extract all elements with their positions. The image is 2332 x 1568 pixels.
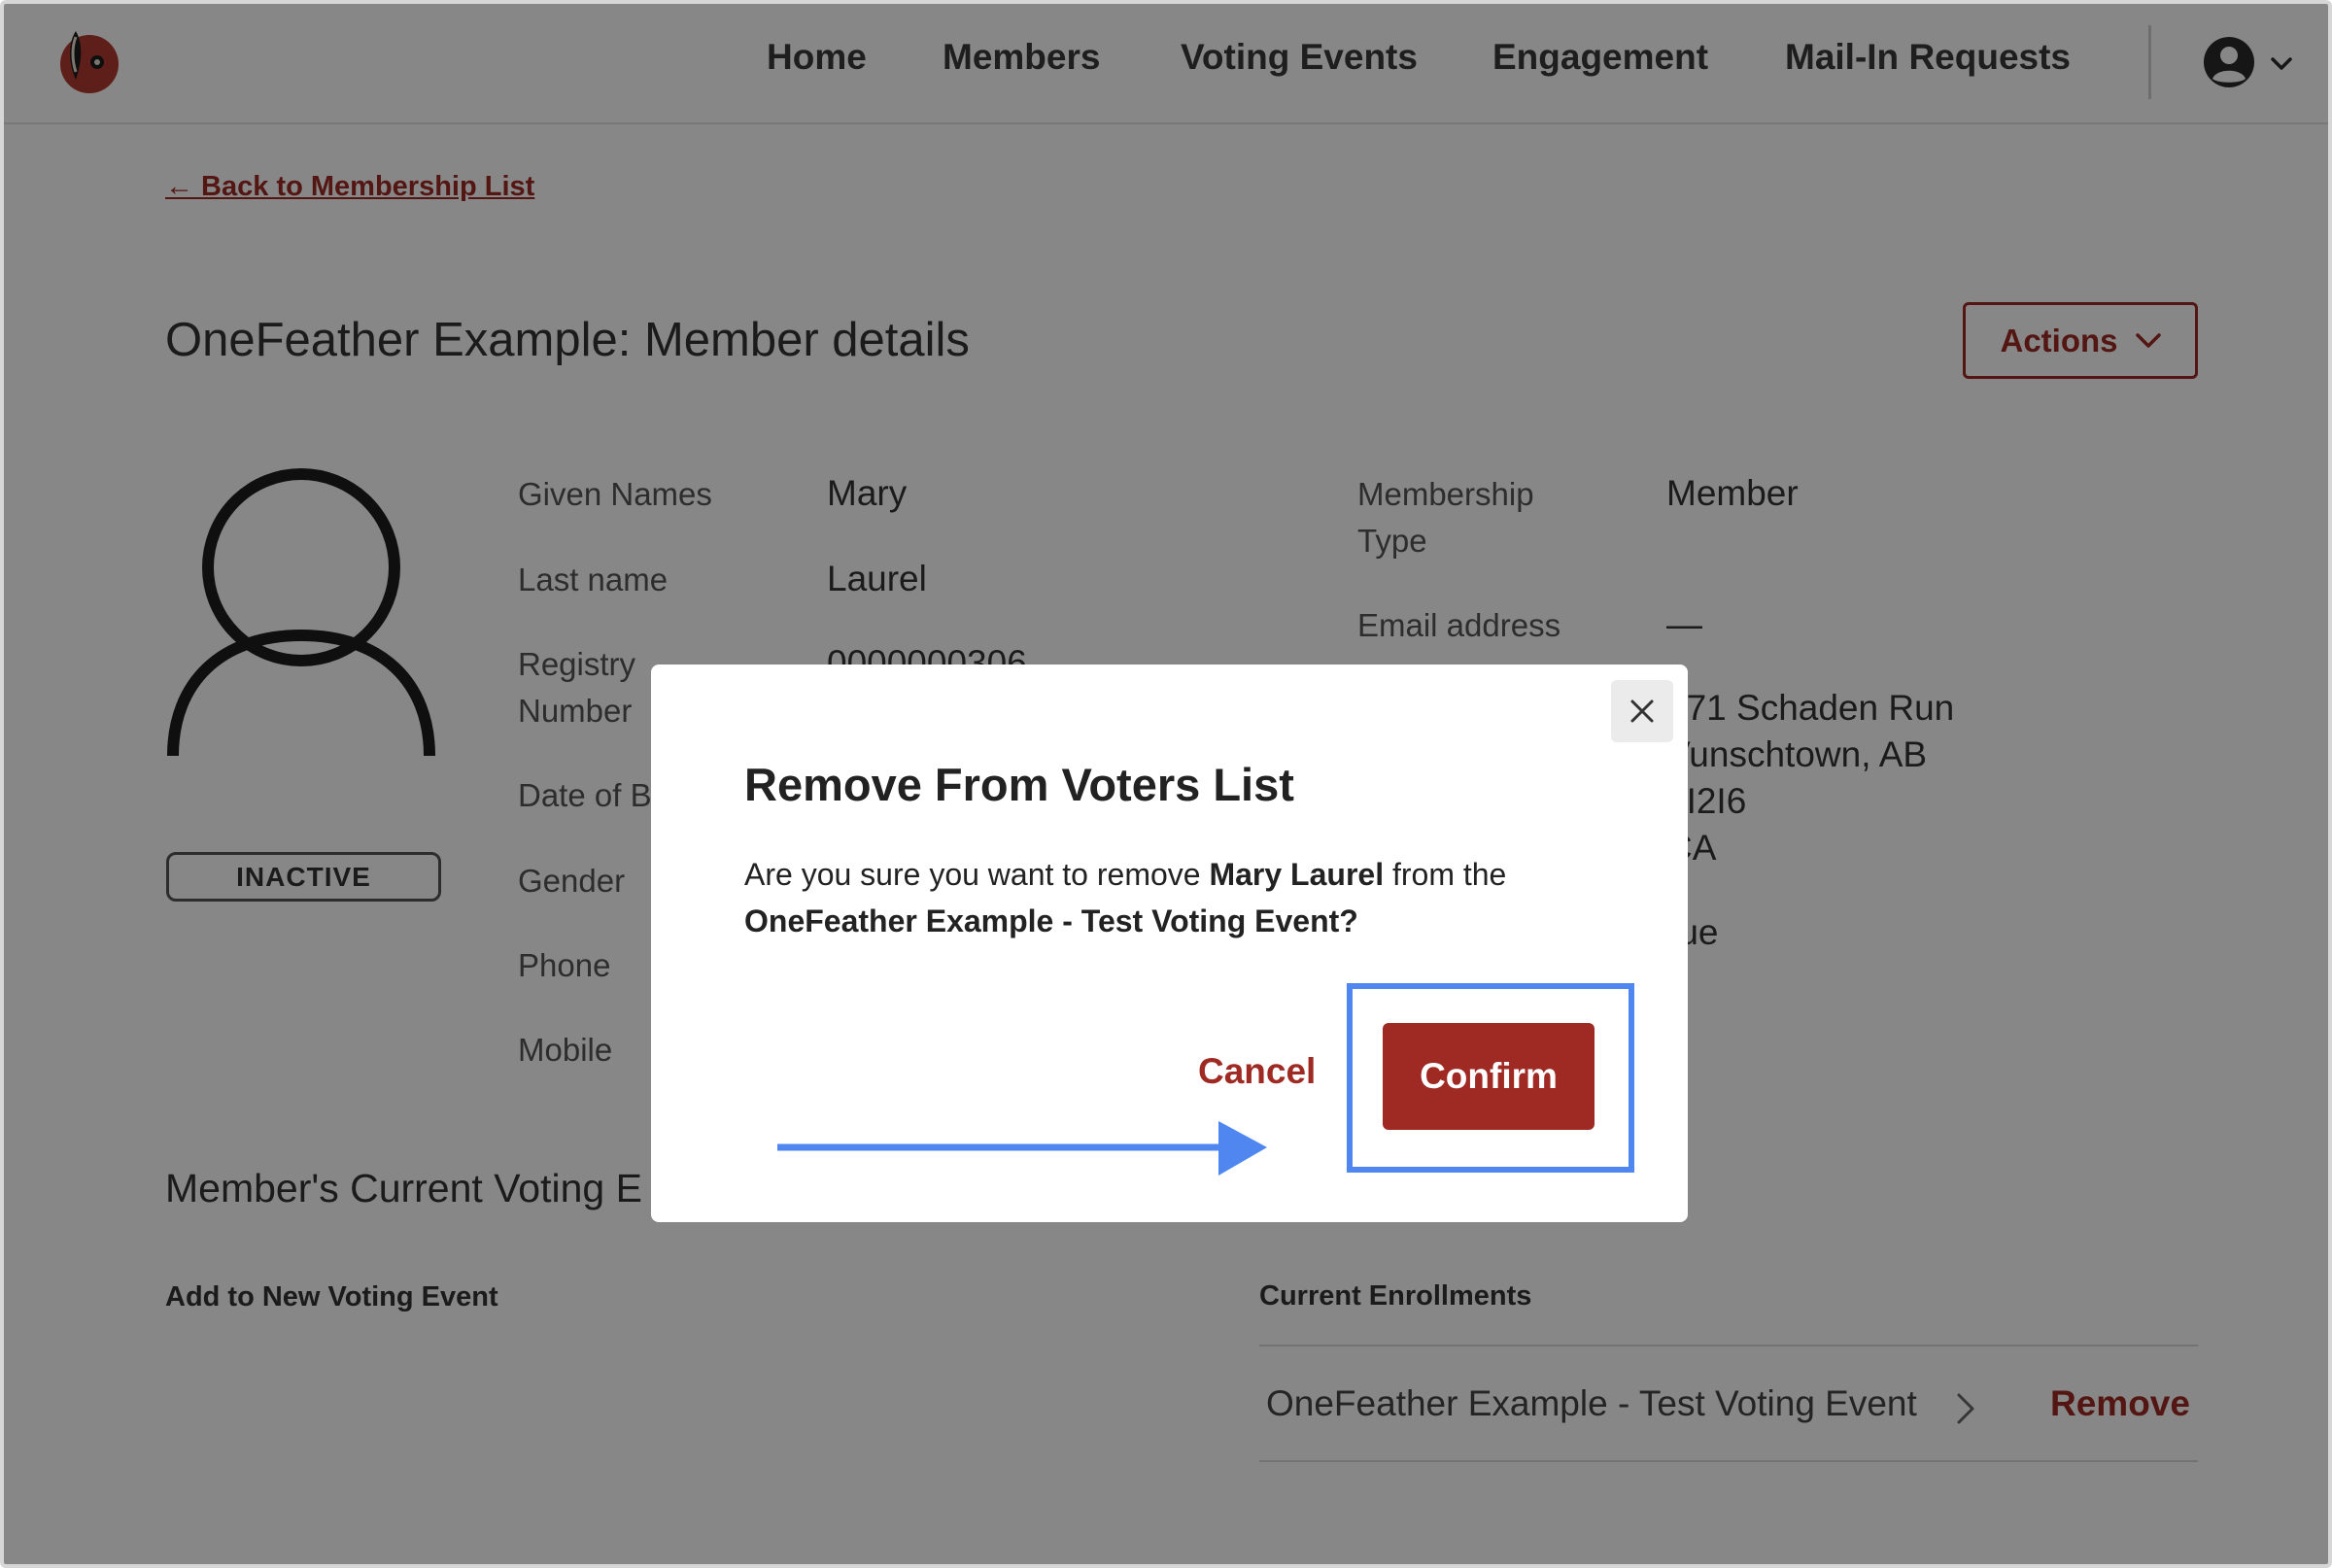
modal-message: Are you sure you want to remove Mary Lau… — [744, 851, 1619, 944]
modal-close-button[interactable] — [1611, 680, 1673, 742]
arrow-right-icon — [777, 1121, 1267, 1176]
confirm-highlight-box — [1347, 983, 1634, 1173]
close-icon — [1630, 699, 1654, 723]
modal-event-name: OneFeather Example - Test Voting Event? — [744, 903, 1358, 938]
cancel-button[interactable]: Cancel — [1198, 1051, 1316, 1092]
modal-member-name: Mary Laurel — [1209, 857, 1385, 892]
modal-message-prefix: Are you sure you want to remove — [744, 857, 1210, 892]
modal-title: Remove From Voters List — [744, 759, 1294, 810]
app-window: Home Members Voting Events Engagement Ma… — [0, 0, 2332, 1568]
modal-message-mid: from the — [1384, 857, 1507, 892]
